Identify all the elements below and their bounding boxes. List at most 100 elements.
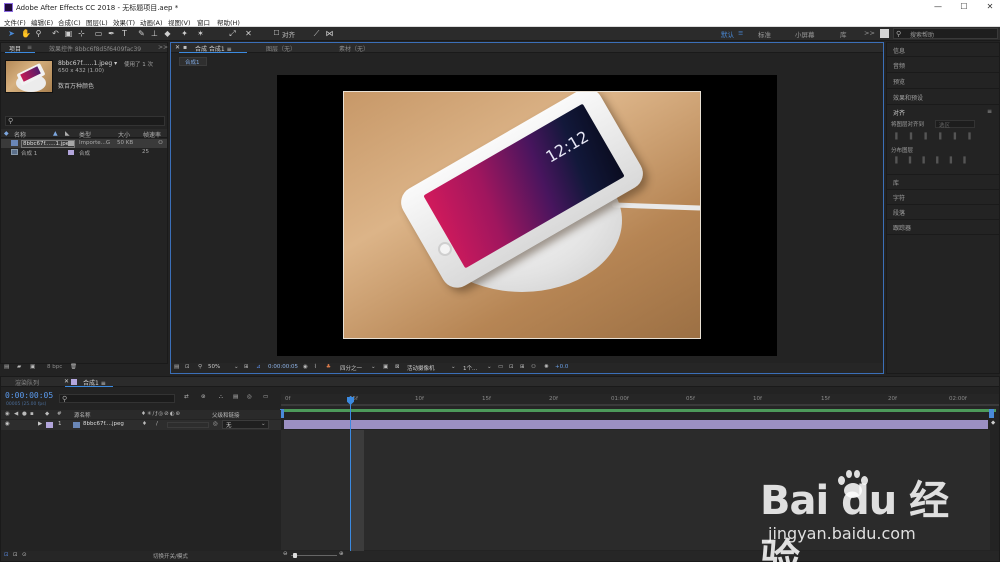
workspace-standard[interactable]: 标准 [758,29,771,39]
show-snapshot-icon[interactable]: ⌇ [314,364,317,370]
menu-effect[interactable]: 效果(T) [113,17,135,27]
help-search-input[interactable]: ⚲ 搜索帮助 [893,28,998,39]
safe-margins-icon[interactable]: ⊞ [244,364,249,370]
rotate-tool-icon[interactable]: ↶ [51,29,60,38]
work-area-end-handle[interactable] [989,409,994,418]
layer-row[interactable]: ◉ ▶ 1 8bbc67f....jpeg ♦ / ◎ 无 ⌄ [1,420,281,430]
panel-preview[interactable]: 预览 [893,77,905,86]
project-row[interactable]: 合成 1 合成 25 [1,148,167,157]
solo-icon[interactable]: ● [22,411,27,417]
shy-switch-icon[interactable]: ♦ [142,421,147,427]
panel-character[interactable]: 字符 [893,193,905,202]
flowchart-icon[interactable]: ⚇ [531,364,536,370]
project-expand-button[interactable]: >> [158,44,168,51]
hand-tool-icon[interactable]: ✋ [21,29,31,38]
layer-duration-bar[interactable] [284,420,988,429]
panel-libraries[interactable]: 库 [893,178,899,187]
eye-icon[interactable]: ◉ [5,411,10,417]
lock-icon[interactable]: ▪ [183,44,187,51]
pickwhip-icon[interactable]: ◎ [213,421,218,427]
audio-icon[interactable]: ◀ [14,411,18,417]
camera-dropdown[interactable]: 活动摄像机 [407,364,435,372]
panel-menu-icon[interactable]: ≡ [987,108,992,115]
timeline-timecode[interactable]: 0:00:00:05 [5,391,53,400]
layer-label-swatch[interactable] [46,422,53,428]
menu-view[interactable]: 视图(V) [168,17,191,27]
transparency-grid-icon[interactable]: ⊠ [395,364,400,370]
menu-animation[interactable]: 动画(A) [140,17,163,27]
zoom-in-icon[interactable]: ⊕ [339,551,344,557]
menu-file[interactable]: 文件(F) [4,17,26,27]
zoom-out-icon[interactable]: ⊖ [283,551,288,557]
snap-checkbox[interactable]: ☐ [272,29,281,38]
graph-editor-icon[interactable]: ▭ [263,394,268,400]
current-time-indicator[interactable] [350,396,351,551]
column-source-name[interactable]: 源名称 [74,411,91,419]
zoom-slider-thumb[interactable] [293,553,297,558]
resolution-dropdown[interactable]: 四分之一 [340,364,362,372]
exposure-value[interactable]: +0.0 [555,364,568,370]
snap-edge-icon[interactable]: ⟋ [312,29,321,38]
tab-footage[interactable]: 素材（无） [339,44,369,53]
column-type[interactable]: 类型 [79,130,91,139]
time-ruler[interactable]: 0f 05f 10f 15f 20f 01:00f 05f 10f 15f 20… [281,394,999,410]
comp-mini-flowchart-icon[interactable]: ⇄ [184,394,189,400]
menu-composition[interactable]: 合成(C) [58,17,81,27]
workspace-small-screen[interactable]: 小屏幕 [795,29,815,39]
footage-name[interactable]: 8bbc67f......1.jpeg ▾ [58,60,117,67]
timeline-search-input[interactable]: ⚲ [59,394,175,403]
resolution-arrow-icon[interactable]: ⌄ [371,364,376,370]
bpc-button[interactable]: 8 bpc [47,364,62,370]
quality-switch-icon[interactable]: / [156,421,158,427]
vr-icon[interactable]: ⊡ [185,364,190,370]
transfer-controls-icon[interactable]: ⊡ [13,552,18,558]
menu-edit[interactable]: 编辑(E) [31,17,53,27]
panel-tracker[interactable]: 跟踪器 [893,223,911,232]
magnification-icon[interactable]: ⚲ [198,364,202,370]
tab-render-queue[interactable]: 渲染队列 [15,378,39,387]
zoom-slider-track[interactable] [291,555,337,556]
layer-end-marker-icon[interactable]: ◆ [991,420,995,426]
motion-blur-icon[interactable]: ◎ [247,394,252,400]
views-arrow-icon[interactable]: ⌄ [487,364,492,370]
eraser-tool-icon[interactable]: ◆ [163,29,172,38]
toggle-pixel-aspect-icon[interactable]: ▭ [498,364,503,370]
rectangle-tool-icon[interactable]: ▭ [94,29,103,38]
draft-3d-icon[interactable]: ⊛ [201,394,206,400]
column-fps[interactable]: 帧速率 [143,130,161,139]
selection-tool-icon[interactable]: ➤ [7,29,16,38]
always-preview-icon[interactable]: ▤ [174,364,179,370]
parent-dropdown[interactable]: 无 ⌄ [222,420,269,429]
pan-behind-tool-icon[interactable]: ⊹ [77,29,86,38]
snapshot-icon[interactable]: ◉ [303,364,308,370]
flowchart-icon[interactable]: ⚇ [158,140,163,146]
zoom-dropdown[interactable]: 50% [208,364,220,370]
tab-layer[interactable]: 图层（无） [266,44,296,53]
workspace-menu-icon[interactable]: ≡ [738,29,743,37]
close-button[interactable]: ✕ [984,2,996,13]
layer-name[interactable]: 8bbc67f....jpeg [83,421,124,427]
switch-boxes[interactable] [167,422,209,428]
workspace-expand-button[interactable]: >> [864,29,875,37]
panel-audio[interactable]: 音频 [893,61,905,70]
sync-settings-icon[interactable] [880,29,889,38]
project-row[interactable]: 8bbc67f......1.jpeg Importe...G 50 KB ⚇ [1,139,167,148]
project-search-input[interactable]: ⚲ [5,116,165,126]
pen-tool-icon[interactable]: ✒ [107,29,116,38]
local-axis-icon[interactable]: ⤢ [228,29,237,38]
roto-brush-tool-icon[interactable]: ✦ [180,29,189,38]
clone-stamp-tool-icon[interactable]: ⊥ [150,29,159,38]
viewer-timecode[interactable]: 0:00:00:05 [268,364,298,370]
workspace-library[interactable]: 库 [840,29,847,39]
column-parent[interactable]: 父级和链接 [212,411,240,419]
show-channel-icon[interactable]: ♣ [326,364,331,370]
brush-tool-icon[interactable]: ✎ [137,29,146,38]
tab-effect-controls[interactable]: 效果控件 8bbc6f8d5f6409fac39 [49,44,141,53]
distribute-buttons-row[interactable]: ▐▐▐▐▐▐ [893,157,997,165]
layer-expand-icon[interactable]: ▶ [38,421,42,427]
workspace-default[interactable]: 默认 [721,29,734,39]
close-tab-icon[interactable]: ✕ [64,378,69,385]
align-buttons-row[interactable]: ▐▐▐▐▐▐ [893,133,993,141]
layer-visibility-icon[interactable]: ◉ [5,421,10,427]
camera-arrow-icon[interactable]: ⌄ [451,364,456,370]
